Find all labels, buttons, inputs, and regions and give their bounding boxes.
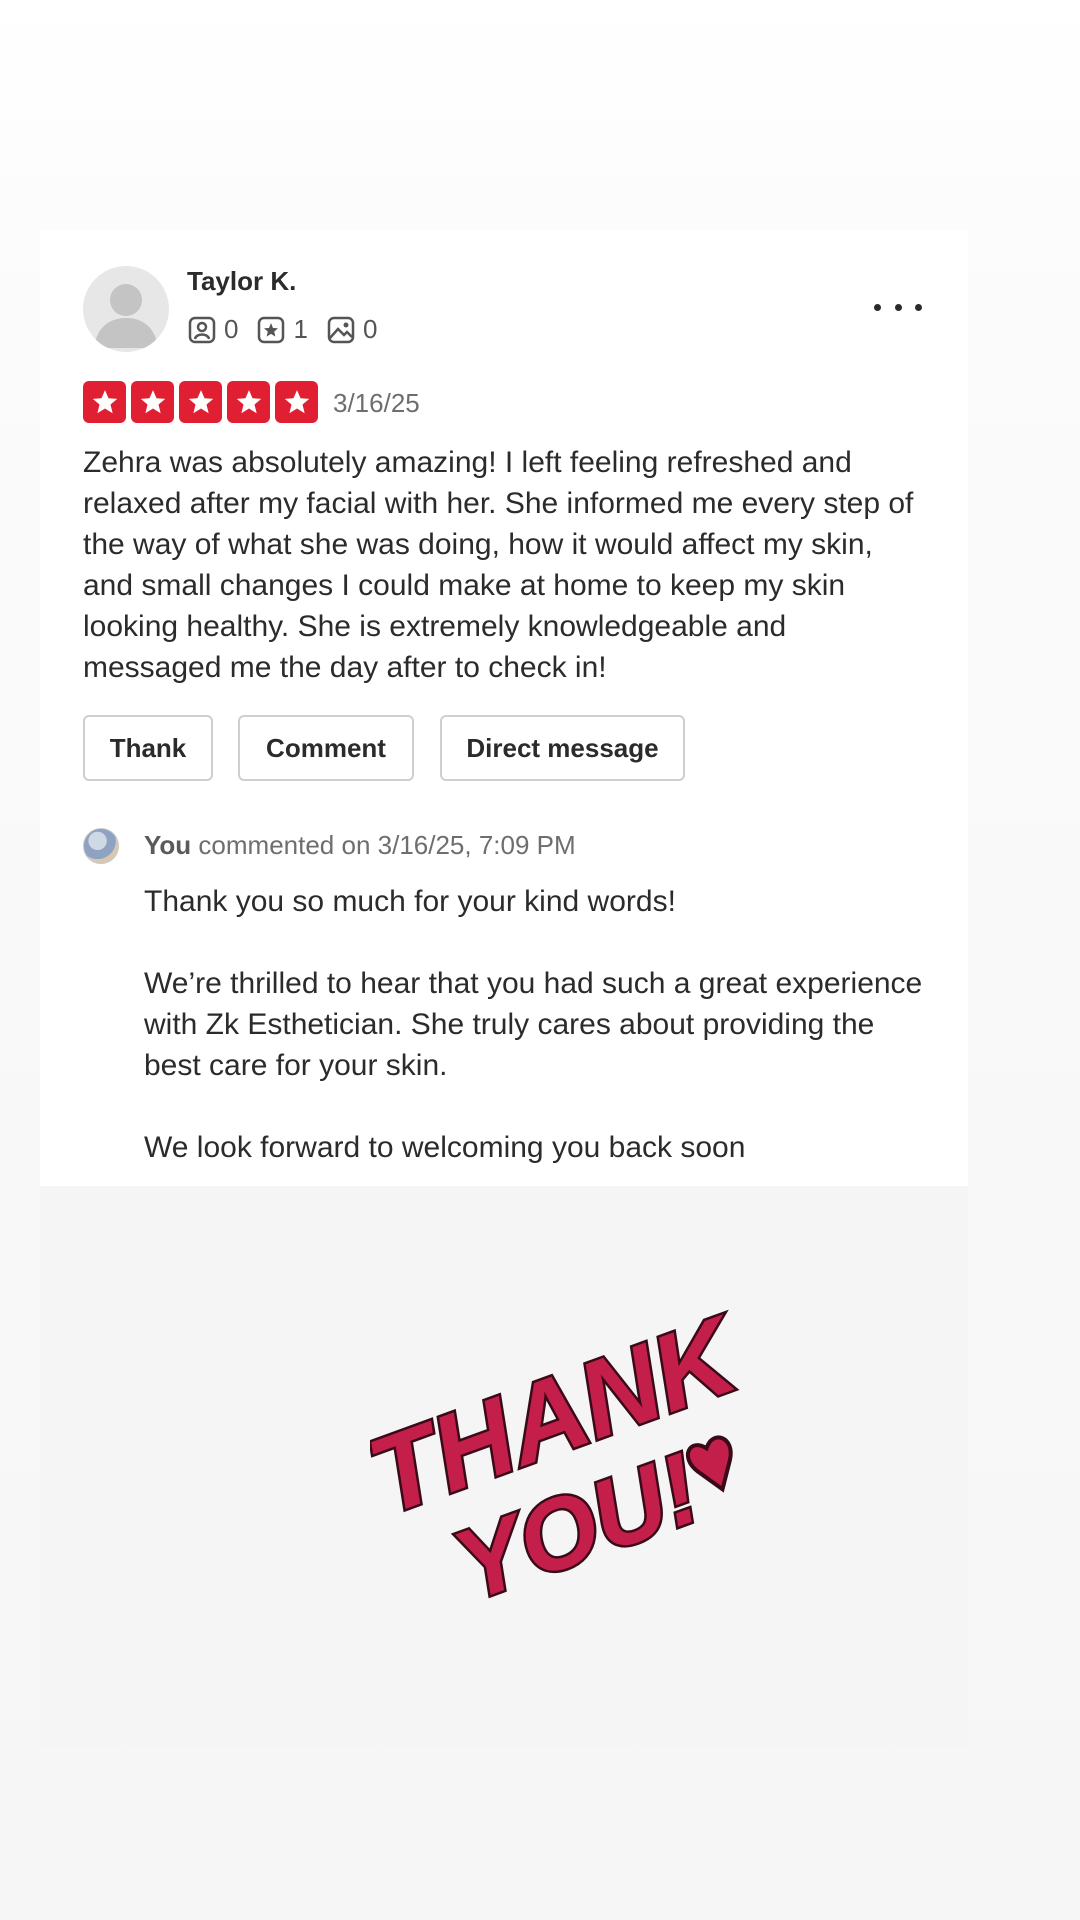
comment-paragraph: Thank you so much for your kind words! bbox=[144, 885, 676, 918]
reviewer-stats: 0 1 0 bbox=[187, 314, 395, 345]
photos-count: 0 bbox=[362, 314, 378, 344]
more-icon-dot bbox=[894, 303, 902, 311]
more-icon-dot bbox=[915, 303, 922, 311]
friends-stat: 0 bbox=[187, 314, 238, 345]
comment-meta: You commented on 3/16/25, 7:09 PM bbox=[144, 830, 576, 861]
more-options-button[interactable] bbox=[874, 292, 922, 322]
reviewer-avatar[interactable] bbox=[83, 266, 169, 352]
review-date: 3/16/25 bbox=[333, 388, 420, 418]
friends-count: 0 bbox=[224, 314, 239, 344]
review-star-icon bbox=[258, 316, 285, 343]
comment-paragraph: We’re thrilled to hear that you had such… bbox=[144, 967, 923, 1082]
star-rating bbox=[83, 381, 323, 423]
star-icon bbox=[227, 381, 270, 423]
star-icon bbox=[83, 381, 126, 423]
thank-button[interactable]: Thank bbox=[83, 715, 213, 781]
default-user-icon bbox=[94, 284, 158, 348]
direct-message-button[interactable]: Direct message bbox=[440, 715, 685, 781]
comment-author: You bbox=[144, 830, 192, 860]
more-icon bbox=[874, 303, 881, 311]
photo-icon bbox=[327, 316, 355, 343]
comment-timestamp: commented on 3/16/25, 7:09 PM bbox=[198, 830, 576, 860]
owner-comment-body: Thank you so much for your kind words! W… bbox=[144, 881, 924, 1168]
thank-you-sticker: THANK YOU! bbox=[370, 1300, 759, 1625]
star-icon bbox=[131, 381, 174, 423]
reviews-stat: 1 bbox=[256, 314, 308, 345]
friends-icon bbox=[188, 316, 216, 343]
photos-stat: 0 bbox=[326, 314, 377, 345]
review-text: Zehra was absolutely amazing! I left fee… bbox=[83, 446, 914, 684]
star-icon bbox=[179, 381, 222, 423]
owner-avatar[interactable] bbox=[83, 828, 119, 864]
comment-paragraph: We look forward to welcoming you back so… bbox=[144, 1131, 746, 1164]
star-icon bbox=[275, 381, 318, 423]
reviews-count: 1 bbox=[293, 314, 308, 344]
comment-button[interactable]: Comment bbox=[238, 715, 414, 781]
reviewer-name[interactable]: Taylor K. bbox=[187, 266, 296, 297]
